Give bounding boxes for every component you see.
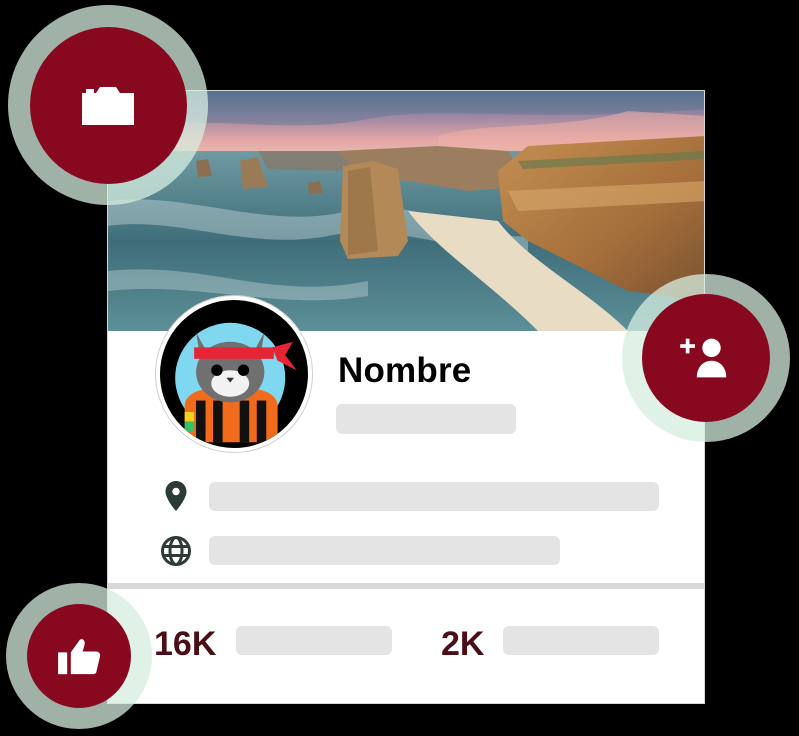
profile-name: Nombre bbox=[338, 351, 472, 390]
following-label-placeholder bbox=[503, 626, 659, 655]
camera-icon bbox=[82, 87, 134, 125]
camera-button[interactable] bbox=[8, 5, 208, 205]
followers-label-placeholder bbox=[236, 626, 392, 655]
location-placeholder bbox=[209, 482, 659, 511]
profile-card: Nombre 16K 2K bbox=[107, 90, 705, 704]
add-user-icon bbox=[680, 338, 727, 378]
thumbs-up-icon bbox=[58, 639, 101, 675]
username-placeholder bbox=[336, 404, 516, 434]
location-pin-icon bbox=[158, 478, 194, 514]
avatar[interactable] bbox=[156, 296, 312, 452]
add-friend-button[interactable] bbox=[622, 274, 790, 442]
followers-count: 16K bbox=[154, 625, 217, 663]
globe-icon bbox=[158, 533, 194, 569]
website-placeholder bbox=[209, 536, 560, 565]
cat-ninja-avatar-icon bbox=[163, 303, 305, 445]
like-button[interactable] bbox=[6, 583, 152, 729]
stats-divider bbox=[108, 583, 704, 589]
following-count: 2K bbox=[441, 625, 485, 663]
